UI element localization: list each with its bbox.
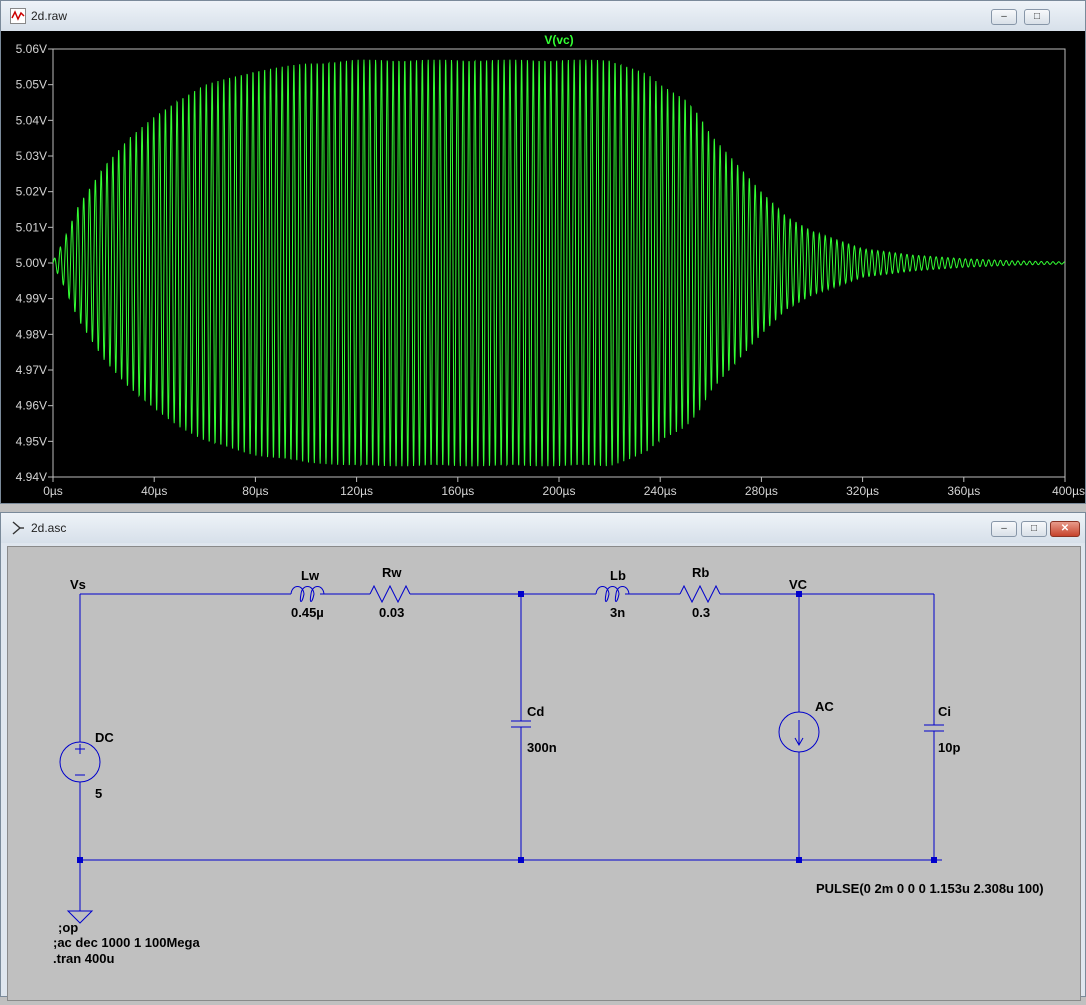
label-ci-value[interactable]: 10p: [938, 740, 960, 755]
label-cd-name[interactable]: Cd: [527, 704, 544, 719]
x-tick-label: 400µs: [1052, 484, 1085, 498]
y-tick-label: 4.99V: [16, 292, 47, 306]
label-rw-value[interactable]: 0.03: [379, 605, 404, 620]
net-label-vc[interactable]: VC: [789, 577, 808, 592]
close-button[interactable]: ✕: [1050, 521, 1080, 537]
label-ac-name[interactable]: AC: [815, 699, 834, 714]
schematic-icon: [12, 521, 24, 535]
label-cd-value[interactable]: 300n: [527, 740, 557, 755]
junction-dot: [931, 857, 937, 863]
inductor-lb[interactable]: [595, 586, 630, 602]
x-tick-label: 120µs: [340, 484, 373, 498]
x-tick-label: 240µs: [644, 484, 677, 498]
directive-ac[interactable]: ;ac dec 1000 1 100Mega: [53, 935, 200, 950]
y-tick-label: 5.04V: [16, 113, 47, 127]
label-ci-name[interactable]: Ci: [938, 704, 951, 719]
label-rb-name[interactable]: Rb: [692, 565, 709, 580]
x-tick-label: 320µs: [846, 484, 879, 498]
y-tick-label: 4.96V: [16, 399, 47, 413]
schematic-canvas[interactable]: Vs VC Lw 0.45µ Rw 0.03 Lb 3n Rb 0.3 Cd 3…: [7, 546, 1081, 1001]
label-lw-value[interactable]: 0.45µ: [291, 605, 324, 620]
x-tick-label: 280µs: [745, 484, 778, 498]
y-tick-label: 4.95V: [16, 434, 47, 448]
schematic-window: 2d.asc – □ ✕ Vs VC Lw 0.45µ Rw 0.03 Lb 3…: [0, 512, 1086, 1001]
y-tick-label: 5.05V: [16, 78, 47, 92]
x-tick-label: 80µs: [242, 484, 268, 498]
label-lb-name[interactable]: Lb: [610, 568, 626, 583]
inductor-lw[interactable]: [290, 586, 325, 602]
waveform-plot[interactable]: V(vc) 5.06V 5.05V 5.04V 5.03V 5.02V 5.01V 5.00…: [1, 31, 1085, 503]
y-tick-label: 5.00V: [16, 256, 47, 270]
y-axis: 5.06V 5.05V 5.04V 5.03V 5.02V 5.01V 5.00V 4.99V…: [16, 42, 53, 484]
junction-dot: [77, 857, 83, 863]
waveform-window-title: 2d.raw: [31, 9, 68, 23]
y-tick-label: 4.97V: [16, 363, 47, 377]
y-tick-label: 5.03V: [16, 149, 47, 163]
trace-label[interactable]: V(vc): [544, 33, 573, 47]
minimize-button[interactable]: –: [991, 521, 1017, 537]
y-tick-label: 5.06V: [16, 42, 47, 56]
directive-op[interactable]: ;op: [58, 920, 78, 935]
y-tick-label: 5.01V: [16, 220, 47, 234]
junction-dot: [518, 857, 524, 863]
waveform-window: 2d.raw – □ V(vc) 5.06V 5.05V 5.04V 5.03V 5.0…: [0, 0, 1086, 504]
x-tick-label: 40µs: [141, 484, 167, 498]
x-tick-label: 200µs: [543, 484, 576, 498]
maximize-button[interactable]: □: [1024, 9, 1050, 25]
label-lw-name[interactable]: Lw: [301, 568, 320, 583]
y-tick-label: 4.94V: [16, 470, 47, 484]
y-tick-label: 5.02V: [16, 185, 47, 199]
label-lb-value[interactable]: 3n: [610, 605, 625, 620]
resistor-rw[interactable]: [369, 584, 411, 604]
junction-dot: [518, 591, 524, 597]
maximize-button[interactable]: □: [1021, 521, 1047, 537]
label-rb-value[interactable]: 0.3: [692, 605, 710, 620]
x-tick-label: 360µs: [947, 484, 980, 498]
label-rw-name[interactable]: Rw: [382, 565, 402, 580]
trace-v-vc[interactable]: [52, 59, 1065, 467]
resistor-rb[interactable]: [679, 584, 721, 604]
net-label-vs[interactable]: Vs: [70, 577, 86, 592]
y-tick-label: 4.98V: [16, 327, 47, 341]
x-tick-label: 160µs: [441, 484, 474, 498]
schematic-window-title: 2d.asc: [31, 521, 67, 535]
x-tick-label: 0µs: [43, 484, 63, 498]
schematic-drawing[interactable]: Vs VC Lw 0.45µ Rw 0.03 Lb 3n Rb 0.3 Cd 3…: [8, 547, 1080, 1000]
waveform-icon: [10, 8, 26, 24]
x-axis: 0µs 40µs 80µs 120µs 160µs 200µs 240µs 280µs 320µ…: [43, 477, 1085, 498]
minimize-button[interactable]: –: [991, 9, 1017, 25]
label-dc-name[interactable]: DC: [95, 730, 114, 745]
plot-area[interactable]: V(vc) 5.06V 5.05V 5.04V 5.03V 5.02V 5.01V 5.00…: [1, 31, 1085, 503]
waveform-titlebar[interactable]: 2d.raw – □: [1, 1, 1085, 31]
directive-tran[interactable]: .tran 400u: [53, 951, 114, 966]
label-dc-value[interactable]: 5: [95, 786, 102, 801]
schematic-titlebar[interactable]: 2d.asc – □ ✕: [1, 513, 1085, 543]
pulse-spec[interactable]: PULSE(0 2m 0 0 0 1.153u 2.308u 100): [816, 881, 1044, 896]
junction-dot: [796, 857, 802, 863]
